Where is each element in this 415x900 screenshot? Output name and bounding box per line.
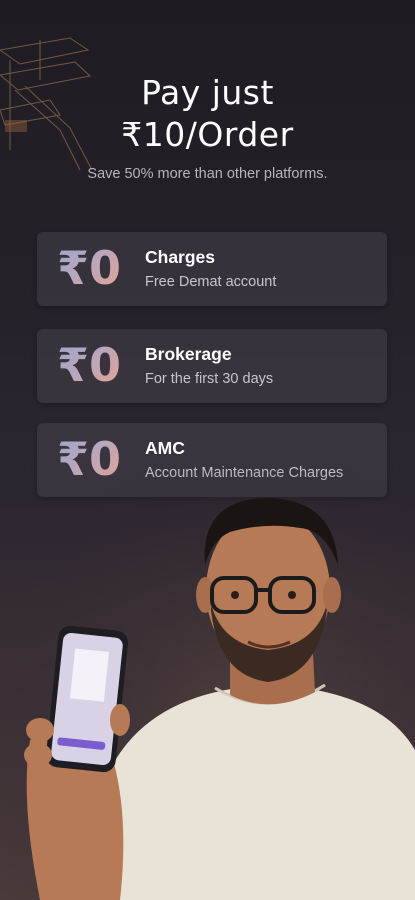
card-title: Charges bbox=[145, 247, 216, 267]
card-title: AMC bbox=[145, 438, 185, 458]
person-holding-phone-illustration bbox=[0, 470, 415, 900]
card-title: Brokerage bbox=[145, 344, 232, 364]
card-charges: ₹0 Charges Free Demat account bbox=[37, 232, 387, 306]
headline-line-2: ₹10/Order bbox=[121, 115, 294, 154]
headline-line-1: Pay just bbox=[141, 73, 274, 112]
zero-rupee-value: ₹0 bbox=[57, 241, 122, 295]
card-brokerage: ₹0 Brokerage For the first 30 days bbox=[37, 329, 387, 403]
subtitle: Save 50% more than other platforms. bbox=[87, 166, 328, 182]
card-description: For the first 30 days bbox=[145, 371, 274, 387]
headline: Pay just ₹10/Order bbox=[0, 72, 415, 156]
zero-rupee-value: ₹0 bbox=[57, 338, 122, 392]
card-description: Free Demat account bbox=[145, 274, 277, 290]
